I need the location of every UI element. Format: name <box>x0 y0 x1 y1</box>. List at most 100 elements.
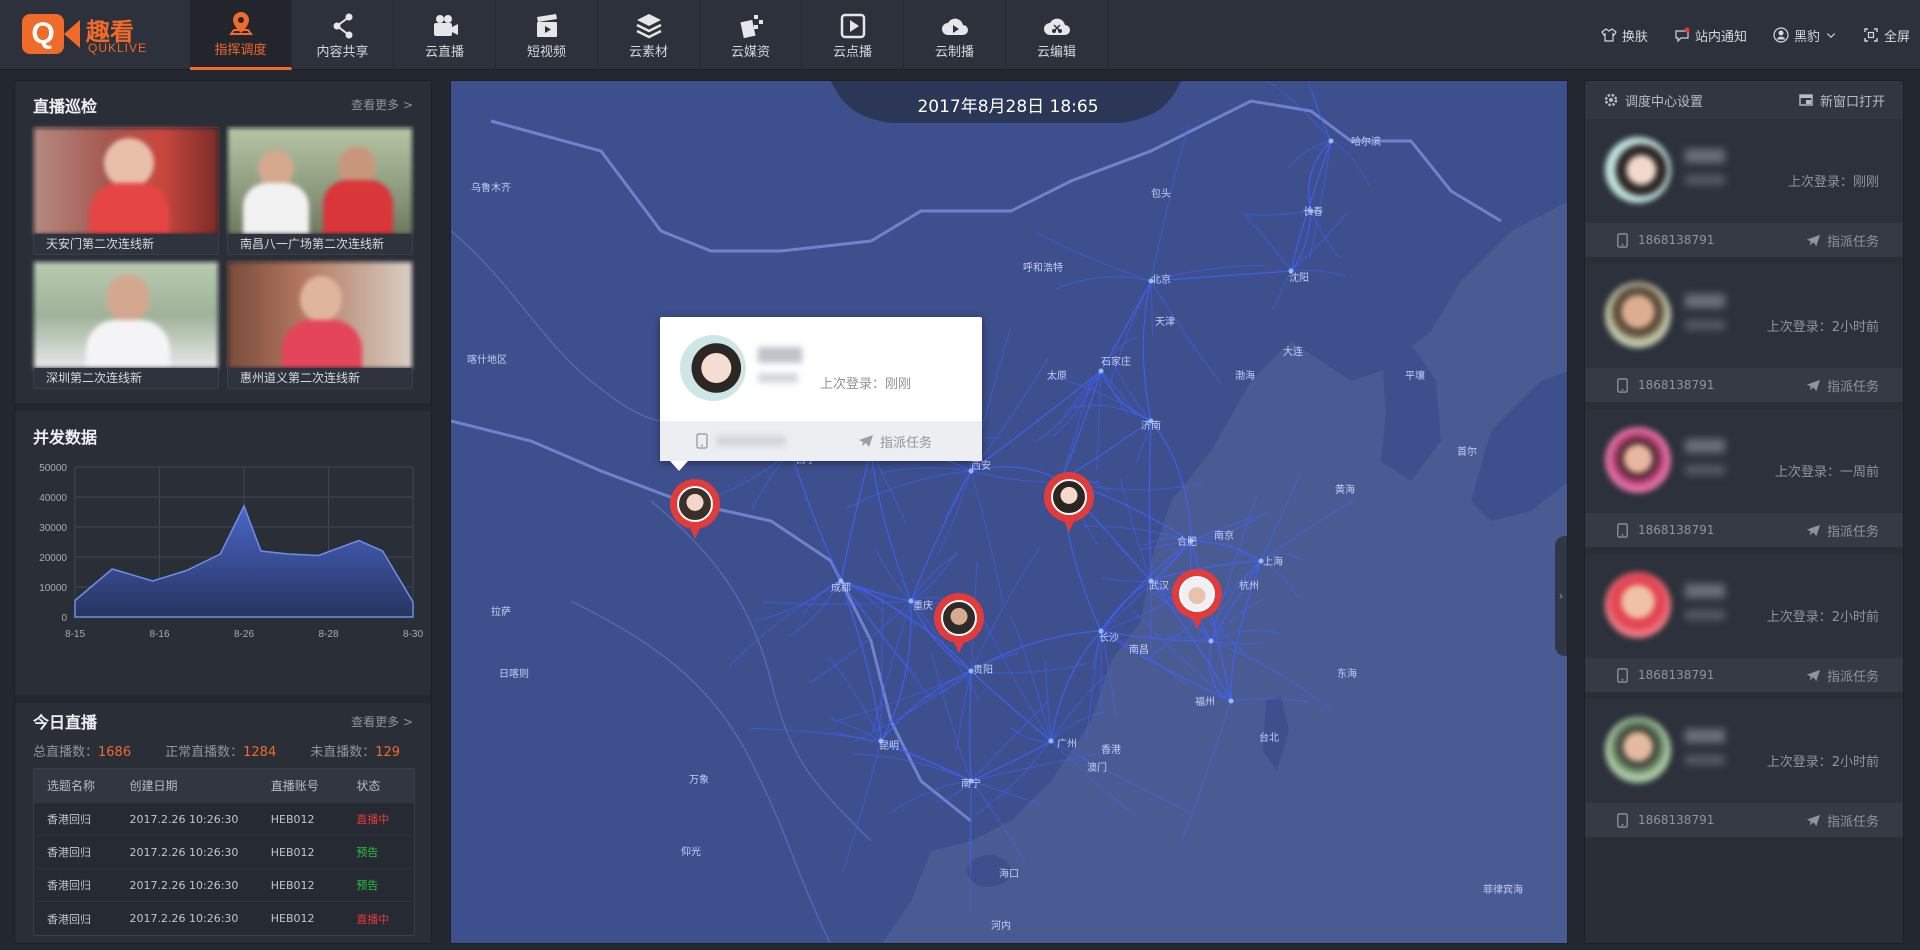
nav-content-share[interactable]: 内容共享 <box>292 0 394 70</box>
reporter-org-blurred <box>1685 610 1725 620</box>
reporter-phone[interactable]: 1868138791 <box>1615 522 1714 538</box>
reporter-phone[interactable]: 1868138791 <box>1615 812 1714 828</box>
nav-cloud-production[interactable]: 云制播 <box>904 0 1006 70</box>
reporter-card[interactable]: 上次登录：2小时前 1868138791 指派任务 <box>1585 554 1903 692</box>
cell-account: HEB012 <box>270 878 315 892</box>
nav-dispatch[interactable]: 指挥调度 <box>190 0 292 70</box>
dispatch-settings-button[interactable]: 调度中心设置 <box>1603 91 1703 110</box>
assign-task-button[interactable]: 指派任务 <box>1806 376 1879 395</box>
map-city-label: 贵阳 <box>973 665 993 676</box>
table-row[interactable]: 香港回归 2017.2.26 10:26:30 HEB012 预告 <box>34 836 414 869</box>
reporter-map-pin[interactable] <box>934 593 984 655</box>
map-city-label: 河内 <box>991 921 1011 932</box>
avatar <box>941 600 977 636</box>
reporter-card[interactable]: 上次登录：一周前 1868138791 指派任务 <box>1585 409 1903 547</box>
patrol-thumb-3[interactable]: 深圳第二次连线新 <box>33 261 219 389</box>
phone-number: 1868138791 <box>1638 233 1715 247</box>
right-panel-header: 调度中心设置 新窗口打开 <box>1585 81 1903 119</box>
paper-plane-icon <box>1806 524 1821 536</box>
collapse-right-panel-toggle[interactable]: › <box>1555 536 1567 656</box>
assign-task-button[interactable]: 指派任务 <box>830 432 932 451</box>
reporter-map-pin[interactable] <box>1044 472 1094 534</box>
assign-task-button[interactable]: 指派任务 <box>1806 231 1879 250</box>
reporter-org-blurred <box>1685 755 1725 765</box>
cell-topic: 香港回归 <box>47 846 91 859</box>
avatar <box>1605 717 1671 783</box>
live-thumbnail <box>228 128 412 234</box>
reporter-info-popup[interactable]: 上次登录：刚刚 指派任务 <box>660 317 982 471</box>
patrol-thumb-4[interactable]: 惠州道义第二次连线新 <box>227 261 413 389</box>
nav-cloud-live[interactable]: 云直播 <box>394 0 496 70</box>
nav-cloud-edit[interactable]: 云编辑 <box>1006 0 1108 70</box>
table-row[interactable]: 香港回归 2017.2.26 10:26:30 HEB012 直播中 <box>34 902 414 935</box>
cell-account: HEB012 <box>270 812 315 826</box>
map-city-label: 菲律宾海 <box>1483 885 1523 896</box>
user-menu[interactable]: 黑豹 <box>1773 26 1837 45</box>
thumb-caption: 深圳第二次连线新 <box>34 368 218 388</box>
patrol-thumb-1[interactable]: 天安门第二次连线新 <box>33 127 219 255</box>
dispatch-map[interactable]: 2017年8月28日 18:65 北京天津石家庄太原呼和浩特银川兰州西宁西安郑州… <box>450 80 1568 944</box>
chart-y-tick-label: 30000 <box>39 523 67 534</box>
right-panel: 调度中心设置 新窗口打开 上次登录：刚刚 1868138791 指派任务 上次登录：2… <box>1584 80 1904 944</box>
nav-cloud-media[interactable]: 云媒资 <box>700 0 802 70</box>
main-nav: 指挥调度 内容共享 云直播 短视频 云素材 云媒资 云点播 云制播 云编辑 <box>190 0 1108 70</box>
patrol-thumb-2[interactable]: 南昌八一广场第二次连线新 <box>227 127 413 255</box>
nav-cloud-vod[interactable]: 云点播 <box>802 0 904 70</box>
popup-phone[interactable] <box>660 433 830 449</box>
table-row[interactable]: 香港回归 2017.2.26 10:26:30 HEB012 预告 <box>34 869 414 902</box>
reporter-card[interactable]: 上次登录：2小时前 1868138791 指派任务 <box>1585 699 1903 837</box>
reporter-name-blurred <box>1685 439 1725 453</box>
avatar <box>1605 282 1671 348</box>
fullscreen-button[interactable]: 全屏 <box>1863 26 1910 45</box>
layers-icon <box>635 13 662 38</box>
quklive-logo[interactable]: Q 趣看 QUKLIVE <box>22 12 152 58</box>
column-header: 直播账号 <box>270 779 319 793</box>
map-background <box>451 81 1567 943</box>
nav-short-video[interactable]: 短视频 <box>496 0 598 70</box>
reporter-card[interactable]: 上次登录：刚刚 1868138791 指派任务 <box>1585 119 1903 257</box>
user-name: 黑豹 <box>1793 29 1820 45</box>
patrol-more-link[interactable]: 查看更多 > <box>351 96 413 113</box>
paper-plane-icon <box>859 435 873 447</box>
reporter-map-pin[interactable] <box>670 479 720 541</box>
nav-label: 云编辑 <box>1036 44 1076 60</box>
column-header: 选题名称 <box>47 779 96 793</box>
assign-task-button[interactable]: 指派任务 <box>1806 811 1879 830</box>
table-row[interactable]: 香港回归 2017.2.26 10:26:30 HEB012 直播中 <box>34 803 414 836</box>
map-city-label: 哈尔滨 <box>1351 137 1381 148</box>
live-thumbnail <box>228 262 412 368</box>
map-city-label: 日喀则 <box>499 669 529 680</box>
concurrency-area-chart: 01000020000300004000050000 8-15 8-16 8-26 8… <box>39 463 423 640</box>
map-city-label: 福州 <box>1195 697 1215 708</box>
cell-account: HEB012 <box>270 912 315 925</box>
reporter-phone[interactable]: 1868138791 <box>1615 232 1715 248</box>
reporter-phone[interactable]: 1868138791 <box>1615 667 1714 683</box>
assign-task-button[interactable]: 指派任务 <box>1806 666 1879 685</box>
reporter-card-body: 上次登录：刚刚 <box>1585 119 1903 223</box>
reporter-map-pin[interactable] <box>1172 569 1222 631</box>
skin-button[interactable]: 换肤 <box>1601 26 1648 45</box>
nav-label: 云制播 <box>934 44 974 60</box>
chart-area-series <box>74 504 414 618</box>
map-city-label: 拉萨 <box>491 607 511 618</box>
last-login-text: 上次登录：刚刚 <box>1787 175 1879 190</box>
map-city-label: 太原 <box>1047 371 1067 382</box>
column-header: 创建日期 <box>129 779 178 793</box>
reporter-card-footer: 1868138791 指派任务 <box>1585 803 1903 837</box>
chevron-down-icon <box>1826 33 1836 39</box>
map-city-label: 东海 <box>1337 669 1357 680</box>
popup-pointer <box>670 461 688 471</box>
chart-y-axis: 0 10000 20000 30000 40000 50000 <box>39 463 67 624</box>
map-city-label: 喀什地区 <box>467 355 507 366</box>
reporter-card[interactable]: 上次登录：2小时前 1868138791 指派任务 <box>1585 264 1903 402</box>
notice-button[interactable]: 站内通知 <box>1674 26 1747 45</box>
map-city-label: 天津 <box>1155 317 1175 328</box>
clapperboard-icon <box>536 13 557 37</box>
assign-task-button[interactable]: 指派任务 <box>1806 521 1879 540</box>
map-city-label: 济南 <box>1141 421 1161 432</box>
today-more-link[interactable]: 查看更多 > <box>351 713 413 730</box>
nav-cloud-material[interactable]: 云素材 <box>598 0 700 70</box>
reporter-phone[interactable]: 1868138791 <box>1615 377 1714 393</box>
open-new-window-button[interactable]: 新窗口打开 <box>1798 91 1885 110</box>
notice-label: 站内通知 <box>1694 29 1747 45</box>
